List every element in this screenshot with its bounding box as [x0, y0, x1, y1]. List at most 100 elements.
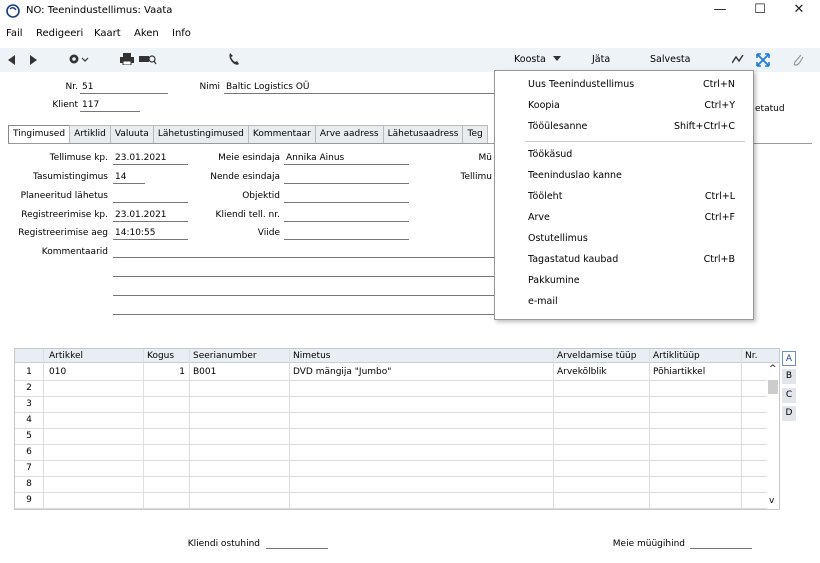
- tab-arve-aadress[interactable]: Arve aadress: [314, 125, 384, 143]
- scroll-up-icon[interactable]: ^: [769, 364, 777, 374]
- scroll-thumb[interactable]: [768, 380, 778, 394]
- tab-valuuta[interactable]: Valuuta: [109, 125, 154, 143]
- gear-icon[interactable]: [68, 52, 90, 66]
- col-artiklituup[interactable]: Artiklitüüp: [653, 351, 700, 361]
- table-row[interactable]: 9: [15, 493, 767, 509]
- menu-item-tagastatud-kaubad[interactable]: Tagastatud kaubad Ctrl+B: [495, 250, 753, 270]
- cell-artikkel[interactable]: 010: [49, 367, 66, 377]
- table-row[interactable]: 8: [15, 477, 767, 493]
- tellimuse-kp-label: Tellimuse kp.: [49, 153, 108, 163]
- menu-item-pakkumine[interactable]: Pakkumine: [495, 271, 753, 291]
- table-row[interactable]: 1 010 1 B001 DVD mängija "Jumbo" Arvekõl…: [15, 365, 767, 381]
- attachment-icon[interactable]: [792, 52, 804, 66]
- cell-arveldamise-tuup[interactable]: Arvekõlblik: [557, 367, 607, 377]
- table-row[interactable]: 5: [15, 429, 767, 445]
- menu-item-ostutellimus[interactable]: Ostutellimus: [495, 229, 753, 249]
- tellimuse-kp-field[interactable]: 23.01.2021: [113, 153, 188, 165]
- phone-icon[interactable]: [228, 52, 240, 66]
- menu-item-teeninduslao-kanne[interactable]: Teeninduslao kanne: [495, 166, 753, 186]
- print-icon[interactable]: [120, 53, 134, 65]
- menu-item-label: Tagastatud kaubad: [528, 254, 619, 265]
- col-nimetus[interactable]: Nimetus: [293, 351, 330, 361]
- side-tab-a[interactable]: A: [782, 351, 796, 366]
- side-tab-b[interactable]: B: [782, 369, 796, 384]
- menu-item-arve[interactable]: Arve Ctrl+F: [495, 208, 753, 228]
- klient-field[interactable]: 117: [80, 100, 140, 112]
- kliendi-ostuhind-label: Kliendi ostuhind: [187, 539, 260, 549]
- registreerimise-aeg-field[interactable]: 14:10:55: [113, 228, 188, 240]
- nr-field[interactable]: 51: [80, 82, 168, 94]
- menu-item-label: Arve: [528, 212, 550, 223]
- menu-aken[interactable]: Aken: [134, 28, 159, 39]
- nende-esindaja-field[interactable]: [284, 172, 409, 184]
- registreerimise-aeg-label: Registreerimise aeg: [18, 228, 108, 238]
- col-seerianumber[interactable]: Seerianumber: [193, 351, 257, 361]
- kliendi-tell-field[interactable]: [284, 210, 409, 222]
- scroll-down-icon[interactable]: v: [769, 496, 774, 506]
- chevron-down-icon: [552, 56, 561, 61]
- tab-artiklid[interactable]: Artiklid: [69, 125, 111, 143]
- menu-item-tooulesanne[interactable]: Tööülesanne Shift+Ctrl+C: [495, 117, 753, 137]
- minimize-button[interactable]: —: [705, 2, 735, 17]
- table-row[interactable]: 2: [15, 381, 767, 397]
- previous-icon[interactable]: [8, 55, 16, 65]
- print-preview-icon[interactable]: [139, 53, 157, 65]
- menu-item-tooleht[interactable]: Tööleht Ctrl+L: [495, 187, 753, 207]
- col-kogus[interactable]: Kogus: [147, 351, 174, 361]
- col-artikkel[interactable]: Artikkel: [49, 351, 83, 361]
- salvesta-button[interactable]: Salvesta: [650, 54, 690, 65]
- tab-lahetustingimused[interactable]: Lähetustingimused: [152, 125, 249, 143]
- table-row[interactable]: 6: [15, 445, 767, 461]
- tasumistingimus-field[interactable]: 14: [113, 172, 145, 184]
- tab-lahetusaadress[interactable]: Lähetusaadress: [382, 125, 464, 143]
- objektid-field[interactable]: [284, 191, 409, 203]
- planeeritud-field[interactable]: [113, 191, 188, 203]
- meie-esindaja-field[interactable]: Annika Ainus: [284, 153, 409, 165]
- menu-info[interactable]: Info: [172, 28, 191, 39]
- menu-item-shortcut: Ctrl+B: [703, 254, 735, 265]
- meie-muugihind-field[interactable]: [690, 548, 752, 549]
- activity-icon[interactable]: [732, 55, 744, 65]
- koosta-label: Koosta: [514, 54, 546, 65]
- side-tab-d[interactable]: D: [782, 406, 796, 421]
- row-number: 1: [26, 367, 32, 377]
- cell-artiklituup[interactable]: Põhiartikkel: [653, 367, 705, 377]
- toolbar: Koosta Jäta Salvesta: [0, 48, 820, 72]
- menu-item-tookasud[interactable]: Töökäsud: [495, 145, 753, 165]
- table-row[interactable]: 7: [15, 461, 767, 477]
- expand-icon[interactable]: [756, 53, 770, 67]
- menu-item-uus-teenindustellimus[interactable]: Uus Teenindustellimus Ctrl+N: [495, 75, 753, 95]
- cell-kogus[interactable]: 1: [147, 367, 185, 377]
- menu-item-email[interactable]: e-mail: [495, 292, 753, 312]
- table-row[interactable]: 3: [15, 397, 767, 413]
- registreerimise-kp-field[interactable]: 23.01.2021: [113, 210, 188, 222]
- nr-label: Nr.: [65, 82, 78, 92]
- cell-nimetus[interactable]: DVD mängija "Jumbo": [293, 367, 391, 377]
- viide-label: Viide: [257, 228, 280, 238]
- koosta-button[interactable]: Koosta: [514, 54, 561, 65]
- menu-redigeeri[interactable]: Redigeeri: [36, 28, 83, 39]
- table-row[interactable]: 4: [15, 413, 767, 429]
- menu-item-koopia[interactable]: Koopia Ctrl+Y: [495, 96, 753, 116]
- row-number: 4: [26, 415, 32, 425]
- menu-item-shortcut: Ctrl+Y: [704, 100, 735, 111]
- col-nr[interactable]: Nr.: [745, 351, 757, 361]
- close-button[interactable]: ✕: [784, 2, 814, 17]
- menu-kaart[interactable]: Kaart: [94, 28, 121, 39]
- viide-field[interactable]: [284, 228, 409, 240]
- tab-kommentaar[interactable]: Kommentaar: [247, 125, 316, 143]
- items-grid: Artikkel Kogus Seerianumber Nimetus Arve…: [14, 348, 780, 510]
- kommentaarid-label: Kommentaarid: [41, 247, 108, 257]
- jata-button[interactable]: Jäta: [592, 54, 610, 65]
- kliendi-ostuhind-field[interactable]: [266, 548, 328, 549]
- side-tab-c[interactable]: C: [782, 388, 796, 403]
- tab-teg[interactable]: Teg: [462, 125, 488, 143]
- grid-scrollbar[interactable]: ^ v: [767, 364, 779, 509]
- menu-fail[interactable]: Fail: [6, 28, 23, 39]
- next-icon[interactable]: [30, 55, 38, 65]
- cell-seerianumber[interactable]: B001: [193, 367, 216, 377]
- maximize-button[interactable]: ☐: [745, 2, 775, 17]
- nimi-field[interactable]: Baltic Logistics OÜ: [224, 82, 494, 94]
- col-arveldamise-tuup[interactable]: Arveldamise tüüp: [557, 351, 636, 361]
- tab-tingimused[interactable]: Tingimused: [8, 125, 71, 143]
